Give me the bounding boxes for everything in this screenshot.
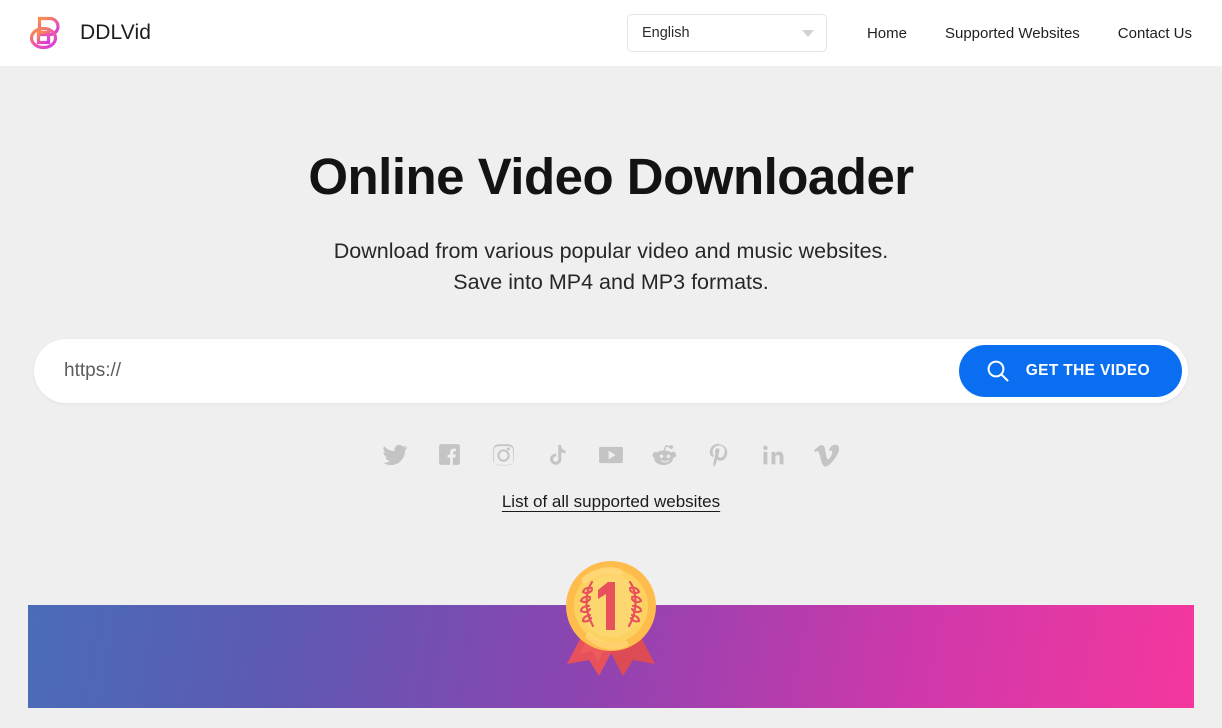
brand-logo-link[interactable]: DDLVid [26, 13, 151, 53]
chevron-down-icon [801, 29, 814, 37]
social-link-instagram[interactable] [488, 440, 518, 470]
get-the-video-label: GET THE VIDEO [1025, 361, 1150, 379]
social-link-vimeo[interactable] [812, 440, 842, 470]
facebook-icon [437, 442, 462, 467]
promo-banner-section [0, 558, 1222, 708]
supported-websites-link-row: List of all supported websites [0, 492, 1222, 512]
brand-name: DDLVid [80, 21, 152, 44]
search-bar: GET THE VIDEO [34, 338, 1188, 403]
vimeo-icon [814, 442, 840, 468]
language-select[interactable]: English [626, 14, 827, 52]
award-ribbon-number-one-icon [559, 558, 663, 676]
social-icon-row [0, 440, 1222, 470]
youtube-icon [598, 442, 624, 468]
hero-subtitle-line-2: Save into MP4 and MP3 formats. [453, 270, 769, 295]
social-link-tiktok[interactable] [542, 440, 572, 470]
header-right-group: English Home Supported Websites Contact … [626, 14, 1196, 52]
list-supported-websites-link[interactable]: List of all supported websites [502, 492, 720, 511]
nav-link-contact-us[interactable]: Contact Us [1118, 25, 1192, 42]
page-title: Online Video Downloader [308, 148, 914, 205]
nav-link-supported-websites[interactable]: Supported Websites [945, 25, 1080, 42]
language-select-value: English [641, 25, 690, 41]
social-link-twitter[interactable] [380, 440, 410, 470]
hero-subtitle: Download from various popular video and … [0, 236, 1222, 298]
hero-subtitle-line-1: Download from various popular video and … [333, 239, 889, 264]
instagram-icon [491, 442, 516, 467]
hero-section: Online Video Downloader Download from va… [0, 66, 1222, 512]
social-link-youtube[interactable] [596, 440, 626, 470]
search-icon [985, 358, 1011, 384]
pinterest-icon [706, 442, 732, 468]
tiktok-icon [545, 443, 569, 467]
site-header: DDLVid English Home Supported Websites C… [0, 0, 1222, 66]
linkedin-icon [761, 442, 786, 467]
twitter-icon [382, 442, 408, 468]
social-link-linkedin[interactable] [758, 440, 788, 470]
url-input[interactable] [34, 339, 959, 402]
social-link-reddit[interactable] [650, 440, 680, 470]
social-link-facebook[interactable] [434, 440, 464, 470]
get-the-video-button[interactable]: GET THE VIDEO [958, 344, 1182, 397]
nav-link-home[interactable]: Home [867, 25, 907, 42]
social-link-pinterest[interactable] [704, 440, 734, 470]
reddit-icon [652, 442, 678, 468]
main-navigation: Home Supported Websites Contact Us [867, 25, 1196, 42]
ddlvid-logo-icon [26, 13, 66, 53]
